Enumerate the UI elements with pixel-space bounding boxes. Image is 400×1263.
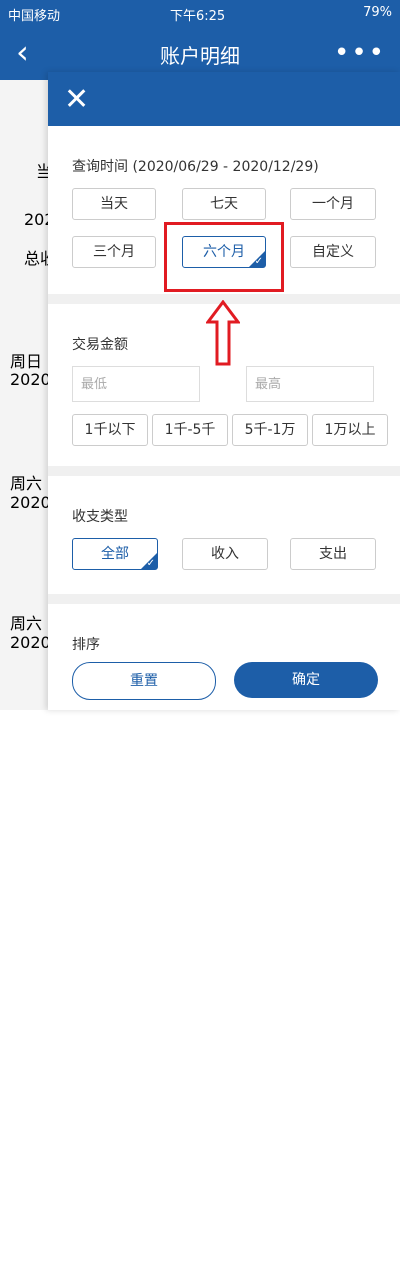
confirm-label: 确定 — [292, 672, 320, 688]
option-label: 三个月 — [93, 244, 135, 260]
amount-1k-5k[interactable]: 1千-5千 — [152, 414, 228, 446]
option-3months[interactable]: 三个月 — [72, 236, 156, 268]
option-label: 收入 — [211, 546, 239, 562]
amount-min-input[interactable]: 最低 — [72, 366, 200, 402]
filter-header: ✕ — [48, 72, 400, 126]
type-income[interactable]: 收入 — [182, 538, 268, 570]
query-range: (2020/06/29 - 2020/12/29) — [132, 159, 319, 175]
status-bar: 中国移动 下午6:25 79% — [0, 0, 400, 26]
sort-title: 排序 — [72, 637, 100, 653]
option-1month[interactable]: 一个月 — [290, 188, 376, 220]
confirm-button[interactable]: 确定 — [234, 662, 378, 698]
option-label: 1千-5千 — [164, 422, 216, 438]
amount-max-input[interactable]: 最高 — [246, 366, 374, 402]
option-label: 1万以上 — [324, 422, 376, 438]
type-title: 收支类型 — [72, 509, 128, 525]
min-placeholder: 最低 — [81, 377, 108, 392]
type-all[interactable]: 全部 ✓ — [72, 538, 158, 570]
filter-panel: ✕ 查询时间 (2020/06/29 - 2020/12/29) 当天 七天 一… — [48, 72, 400, 710]
option-7days[interactable]: 七天 — [182, 188, 266, 220]
option-label: 全部 — [101, 546, 129, 562]
option-label: 1千以下 — [84, 422, 136, 438]
query-time-title: 查询时间 (2020/06/29 - 2020/12/29) — [72, 156, 319, 176]
check-icon: ✓ — [146, 558, 155, 569]
section-divider — [48, 594, 400, 604]
option-label: 当天 — [100, 196, 128, 212]
status-time: 下午6:25 — [170, 9, 226, 24]
option-today[interactable]: 当天 — [72, 188, 156, 220]
option-label: 七天 — [210, 196, 238, 212]
amount-1k-below[interactable]: 1千以下 — [72, 414, 148, 446]
close-icon[interactable]: ✕ — [64, 82, 89, 117]
option-label: 5千-1万 — [244, 422, 296, 438]
section-divider — [48, 466, 400, 476]
option-custom[interactable]: 自定义 — [290, 236, 376, 268]
more-icon[interactable]: ••• — [334, 38, 386, 68]
highlight-box — [164, 222, 284, 292]
amount-10k-plus[interactable]: 1万以上 — [312, 414, 388, 446]
option-label: 自定义 — [312, 244, 354, 260]
reset-label: 重置 — [130, 673, 158, 689]
query-time-label: 查询时间 — [72, 159, 128, 175]
battery: 79% — [363, 5, 392, 20]
type-expense[interactable]: 支出 — [290, 538, 376, 570]
up-arrow-icon — [206, 300, 240, 366]
option-label: 支出 — [319, 546, 347, 562]
max-placeholder: 最高 — [255, 377, 282, 392]
bg-row: 2020/1 — [10, 633, 67, 652]
amount-5k-10k[interactable]: 5千-1万 — [232, 414, 308, 446]
reset-button[interactable]: 重置 — [72, 662, 216, 700]
option-label: 一个月 — [312, 196, 354, 212]
carrier: 中国移动 — [8, 9, 61, 24]
amount-title: 交易金额 — [72, 337, 128, 353]
